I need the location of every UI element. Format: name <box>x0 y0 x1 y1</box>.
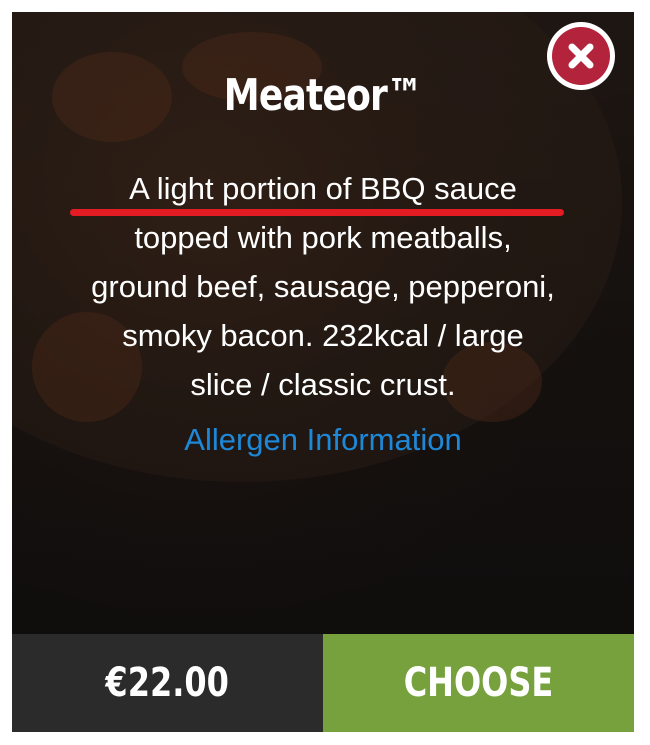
close-icon <box>568 43 594 69</box>
description-line: ground beef, sausage, pepperoni, <box>91 269 555 304</box>
description-line: topped with pork meatballs, <box>134 220 512 255</box>
description-line: smoky bacon. 232kcal / large <box>122 318 524 353</box>
price-value: €22.00 <box>105 660 230 706</box>
product-description: A light portion of BBQ sauce topped with… <box>42 164 604 409</box>
price-label: €22.00 <box>12 634 323 732</box>
product-title: Meateor™ <box>223 70 423 121</box>
choose-button[interactable]: CHOOSE <box>323 634 634 732</box>
choose-button-label: CHOOSE <box>403 660 554 706</box>
description-line: slice / classic crust. <box>190 367 456 402</box>
action-bar: €22.00 CHOOSE <box>12 634 634 732</box>
allergen-information-link[interactable]: Allergen Information <box>12 422 634 458</box>
product-card: Meateor™ A light portion of BBQ sauce to… <box>12 12 634 732</box>
description-line: A light portion of BBQ sauce <box>129 171 517 206</box>
highlight-underline <box>70 209 564 216</box>
